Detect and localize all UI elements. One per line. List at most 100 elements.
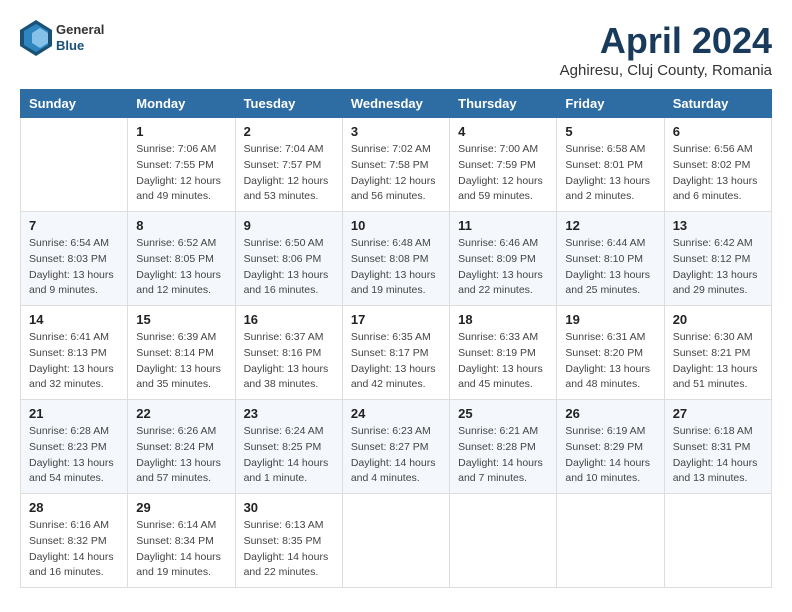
- day-number: 16: [244, 312, 334, 327]
- week-row-2: 14 Sunrise: 6:41 AM Sunset: 8:13 PM Dayli…: [21, 306, 772, 400]
- day-cell: 24Sunrise: 6:23 AM Sunset: 8:27 PM Dayli…: [342, 400, 449, 494]
- day-info: Sunrise: 6:33 AM Sunset: 8:19 PM Dayligh…: [458, 330, 548, 393]
- day-number: 7: [29, 218, 119, 233]
- header-row: SundayMondayTuesdayWednesdayThursdayFrid…: [21, 90, 772, 118]
- day-number: 14: [29, 312, 119, 327]
- day-number: 15: [136, 312, 226, 327]
- day-cell: 18 Sunrise: 6:33 AM Sunset: 8:19 PM Dayli…: [450, 306, 557, 400]
- subtitle: Aghiresu, Cluj County, Romania: [560, 62, 772, 79]
- week-row-4: 28 Sunrise: 6:16 AM Sunset: 8:32 PM Dayli…: [21, 494, 772, 588]
- day-info: Sunrise: 6:58 AM Sunset: 8:01 PM Dayligh…: [565, 142, 655, 205]
- day-info: Sunrise: 6:18 AM Sunset: 8:31 PM Dayligh…: [673, 424, 763, 487]
- header-cell-friday: Friday: [557, 90, 664, 118]
- day-cell: [21, 118, 128, 212]
- page-header: General Blue April 2024 Aghiresu, Cluj C…: [20, 20, 772, 79]
- day-cell: 15Sunrise: 6:39 AM Sunset: 8:14 PM Dayli…: [128, 306, 235, 400]
- day-cell: 28 Sunrise: 6:16 AM Sunset: 8:32 PM Dayli…: [21, 494, 128, 588]
- day-cell: [450, 494, 557, 588]
- day-cell: 29Sunrise: 6:14 AM Sunset: 8:34 PM Dayli…: [128, 494, 235, 588]
- day-cell: 1 Sunrise: 7:06 AM Sunset: 7:55 PM Daylig…: [128, 118, 235, 212]
- day-cell: 9Sunrise: 6:50 AM Sunset: 8:06 PM Daylig…: [235, 212, 342, 306]
- day-info: Sunrise: 6:19 AM Sunset: 8:29 PM Dayligh…: [565, 424, 655, 487]
- day-info: Sunrise: 6:44 AM Sunset: 8:10 PM Dayligh…: [565, 236, 655, 299]
- day-cell: 21 Sunrise: 6:28 AM Sunset: 8:23 PM Dayli…: [21, 400, 128, 494]
- day-info: Sunrise: 6:50 AM Sunset: 8:06 PM Dayligh…: [244, 236, 334, 299]
- day-info: Sunrise: 6:28 AM Sunset: 8:23 PM Dayligh…: [29, 424, 119, 487]
- day-cell: 22 Sunrise: 6:26 AM Sunset: 8:24 PM Dayli…: [128, 400, 235, 494]
- day-cell: 3 Sunrise: 7:02 AM Sunset: 7:58 PM Daylig…: [342, 118, 449, 212]
- day-number: 13: [673, 218, 763, 233]
- header-cell-wednesday: Wednesday: [342, 90, 449, 118]
- day-number: 5: [565, 124, 655, 139]
- day-number: 18: [458, 312, 548, 327]
- day-number: 12: [565, 218, 655, 233]
- day-number: 28: [29, 500, 119, 515]
- day-number: 4: [458, 124, 548, 139]
- day-info: Sunrise: 7:02 AM Sunset: 7:58 PM Dayligh…: [351, 142, 441, 205]
- day-cell: 7Sunrise: 6:54 AM Sunset: 8:03 PM Daylig…: [21, 212, 128, 306]
- day-info: Sunrise: 6:52 AM Sunset: 8:05 PM Dayligh…: [136, 236, 226, 299]
- day-info: Sunrise: 6:30 AM Sunset: 8:21 PM Dayligh…: [673, 330, 763, 393]
- day-info: Sunrise: 7:06 AM Sunset: 7:55 PM Dayligh…: [136, 142, 226, 205]
- day-cell: 26 Sunrise: 6:19 AM Sunset: 8:29 PM Dayli…: [557, 400, 664, 494]
- day-cell: 20Sunrise: 6:30 AM Sunset: 8:21 PM Dayli…: [664, 306, 771, 400]
- day-cell: 17Sunrise: 6:35 AM Sunset: 8:17 PM Dayli…: [342, 306, 449, 400]
- day-cell: 13 Sunrise: 6:42 AM Sunset: 8:12 PM Dayli…: [664, 212, 771, 306]
- day-cell: 12 Sunrise: 6:44 AM Sunset: 8:10 PM Dayli…: [557, 212, 664, 306]
- day-number: 6: [673, 124, 763, 139]
- day-info: Sunrise: 6:42 AM Sunset: 8:12 PM Dayligh…: [673, 236, 763, 299]
- day-cell: 19Sunrise: 6:31 AM Sunset: 8:20 PM Dayli…: [557, 306, 664, 400]
- day-info: Sunrise: 6:46 AM Sunset: 8:09 PM Dayligh…: [458, 236, 548, 299]
- day-number: 29: [136, 500, 226, 515]
- day-cell: [664, 494, 771, 588]
- day-cell: 14 Sunrise: 6:41 AM Sunset: 8:13 PM Dayli…: [21, 306, 128, 400]
- day-info: Sunrise: 6:21 AM Sunset: 8:28 PM Dayligh…: [458, 424, 548, 487]
- main-title: April 2024: [560, 20, 772, 62]
- day-info: Sunrise: 7:00 AM Sunset: 7:59 PM Dayligh…: [458, 142, 548, 205]
- day-number: 25: [458, 406, 548, 421]
- day-cell: 5 Sunrise: 6:58 AM Sunset: 8:01 PM Daylig…: [557, 118, 664, 212]
- day-number: 8: [136, 218, 226, 233]
- week-row-1: 7Sunrise: 6:54 AM Sunset: 8:03 PM Daylig…: [21, 212, 772, 306]
- day-cell: 6 Sunrise: 6:56 AM Sunset: 8:02 PM Daylig…: [664, 118, 771, 212]
- day-number: 21: [29, 406, 119, 421]
- day-info: Sunrise: 6:48 AM Sunset: 8:08 PM Dayligh…: [351, 236, 441, 299]
- calendar-body: 1 Sunrise: 7:06 AM Sunset: 7:55 PM Daylig…: [21, 118, 772, 588]
- day-cell: 16Sunrise: 6:37 AM Sunset: 8:16 PM Dayli…: [235, 306, 342, 400]
- day-cell: 8 Sunrise: 6:52 AM Sunset: 8:05 PM Daylig…: [128, 212, 235, 306]
- header-cell-saturday: Saturday: [664, 90, 771, 118]
- title-block: April 2024 Aghiresu, Cluj County, Romani…: [560, 20, 772, 79]
- day-cell: [557, 494, 664, 588]
- day-number: 11: [458, 218, 548, 233]
- day-info: Sunrise: 6:16 AM Sunset: 8:32 PM Dayligh…: [29, 518, 119, 581]
- day-info: Sunrise: 6:13 AM Sunset: 8:35 PM Dayligh…: [244, 518, 334, 581]
- day-number: 27: [673, 406, 763, 421]
- day-cell: 23Sunrise: 6:24 AM Sunset: 8:25 PM Dayli…: [235, 400, 342, 494]
- day-info: Sunrise: 6:41 AM Sunset: 8:13 PM Dayligh…: [29, 330, 119, 393]
- day-info: Sunrise: 7:04 AM Sunset: 7:57 PM Dayligh…: [244, 142, 334, 205]
- day-info: Sunrise: 6:26 AM Sunset: 8:24 PM Dayligh…: [136, 424, 226, 487]
- day-number: 1: [136, 124, 226, 139]
- day-info: Sunrise: 6:56 AM Sunset: 8:02 PM Dayligh…: [673, 142, 763, 205]
- header-cell-tuesday: Tuesday: [235, 90, 342, 118]
- day-info: Sunrise: 6:24 AM Sunset: 8:25 PM Dayligh…: [244, 424, 334, 487]
- day-cell: [342, 494, 449, 588]
- logo: General Blue: [20, 20, 104, 56]
- day-number: 22: [136, 406, 226, 421]
- calendar-header: SundayMondayTuesdayWednesdayThursdayFrid…: [21, 90, 772, 118]
- day-cell: 10Sunrise: 6:48 AM Sunset: 8:08 PM Dayli…: [342, 212, 449, 306]
- header-cell-thursday: Thursday: [450, 90, 557, 118]
- day-number: 26: [565, 406, 655, 421]
- day-cell: 27 Sunrise: 6:18 AM Sunset: 8:31 PM Dayli…: [664, 400, 771, 494]
- logo-text: General Blue: [56, 22, 104, 53]
- day-cell: 30 Sunrise: 6:13 AM Sunset: 8:35 PM Dayli…: [235, 494, 342, 588]
- day-cell: 11 Sunrise: 6:46 AM Sunset: 8:09 PM Dayli…: [450, 212, 557, 306]
- day-cell: 25 Sunrise: 6:21 AM Sunset: 8:28 PM Dayli…: [450, 400, 557, 494]
- logo-icon: [20, 20, 52, 56]
- header-cell-sunday: Sunday: [21, 90, 128, 118]
- day-info: Sunrise: 6:31 AM Sunset: 8:20 PM Dayligh…: [565, 330, 655, 393]
- day-number: 30: [244, 500, 334, 515]
- day-number: 24: [351, 406, 441, 421]
- week-row-3: 21 Sunrise: 6:28 AM Sunset: 8:23 PM Dayli…: [21, 400, 772, 494]
- day-number: 3: [351, 124, 441, 139]
